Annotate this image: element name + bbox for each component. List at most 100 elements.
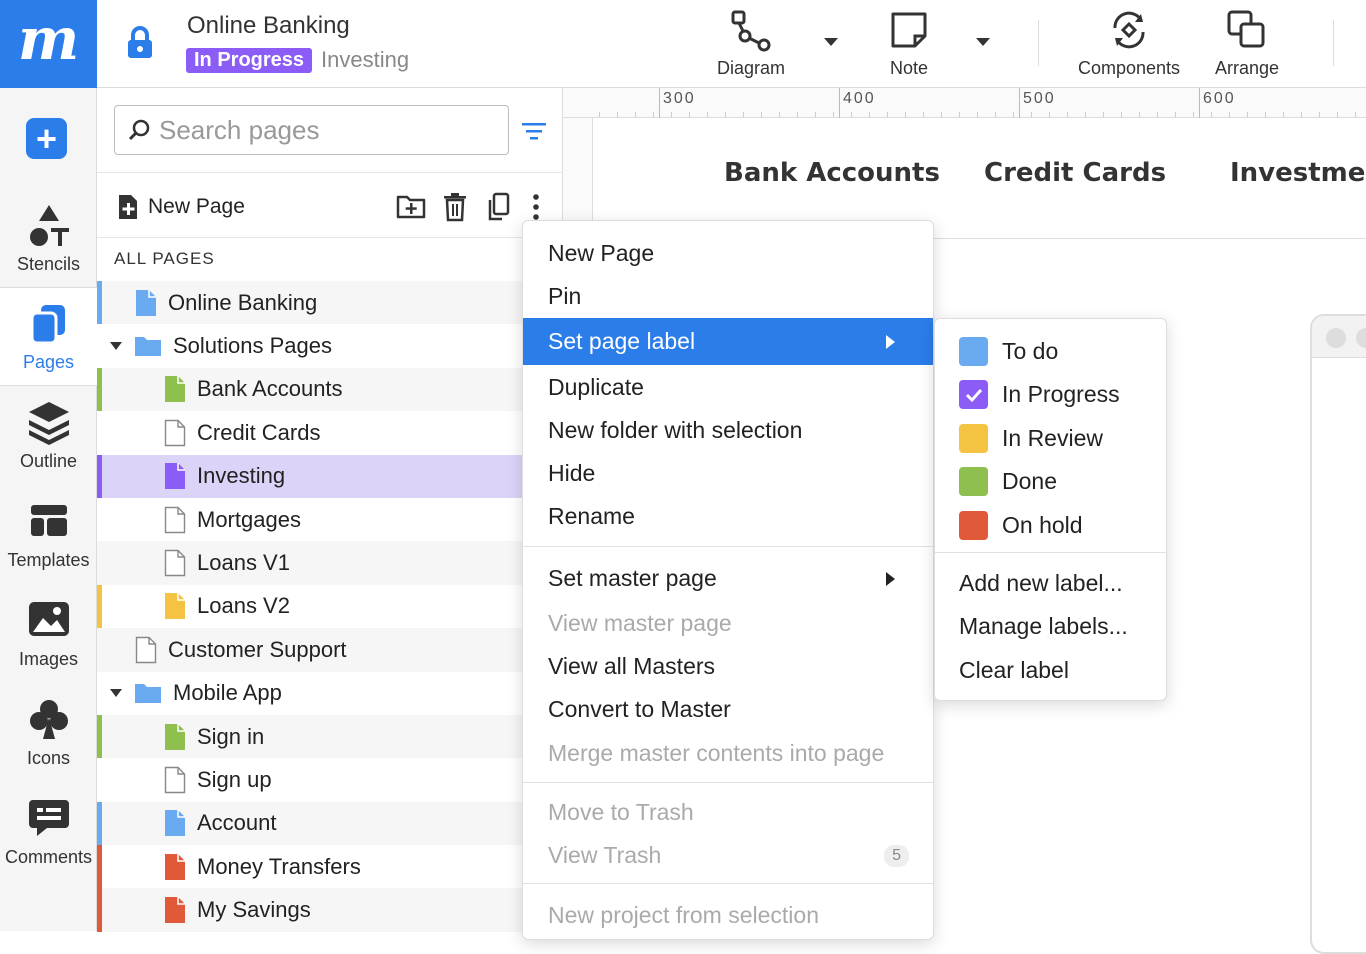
label-option[interactable]: In Progress xyxy=(935,373,1166,416)
menu-item[interactable]: New folder with selection xyxy=(523,409,933,452)
tree-item-label: Account xyxy=(197,810,277,836)
menu-separator xyxy=(523,546,933,547)
page-icon xyxy=(136,289,156,316)
ruler-top[interactable]: 300 400 500 600 xyxy=(563,88,1366,118)
menu-item[interactable]: Convert to Master xyxy=(523,688,933,731)
note-label: Note xyxy=(889,58,929,78)
label-option[interactable]: Done xyxy=(935,460,1166,503)
ruler-minor-tick xyxy=(869,112,870,117)
menu-item[interactable]: Rename xyxy=(523,495,933,538)
nav-link[interactable]: Investment xyxy=(1230,158,1366,188)
tree-page[interactable]: Bank Accounts xyxy=(97,367,563,412)
filter-icon[interactable] xyxy=(521,121,547,148)
tree-page[interactable]: Credit Cards xyxy=(97,411,563,454)
duplicate-icon[interactable] xyxy=(486,192,510,227)
trash-icon[interactable] xyxy=(443,192,467,227)
pages-icon xyxy=(27,300,71,348)
menu-item-label: Set master page xyxy=(548,565,717,591)
phone-mockup[interactable] xyxy=(1310,314,1366,954)
tree-page[interactable]: Mortgages xyxy=(97,498,563,541)
expand-arrow-icon[interactable] xyxy=(110,342,122,351)
menu-item-label: Convert to Master xyxy=(548,696,731,722)
rail-item-outline[interactable]: Outline xyxy=(0,387,97,486)
menu-item-label: View all Masters xyxy=(548,653,716,679)
page-icon xyxy=(165,376,185,403)
ruler-minor-tick xyxy=(779,112,780,117)
rail-item-stencils[interactable]: Stencils xyxy=(0,190,97,289)
current-page-name: Investing xyxy=(321,47,410,72)
ruler-minor-tick xyxy=(743,112,744,117)
arrange-button[interactable]: Arrange xyxy=(1215,8,1279,79)
ruler-major-tick xyxy=(659,88,660,118)
label-option[interactable]: On hold xyxy=(935,504,1166,547)
ruler-minor-tick xyxy=(941,112,942,117)
nav-link[interactable]: Bank Accounts xyxy=(724,158,940,188)
label-option[interactable]: To do xyxy=(935,330,1166,373)
tree-page[interactable]: Loans V1 xyxy=(97,541,563,585)
search-input[interactable] xyxy=(159,114,489,146)
ruler-minor-tick xyxy=(1355,112,1356,117)
ruler-major-tick xyxy=(1019,88,1020,118)
tree-page[interactable]: Money Transfers xyxy=(97,845,563,889)
rail-item-templates[interactable]: Templates xyxy=(0,486,97,585)
ruler-minor-tick xyxy=(635,112,636,117)
lock-icon[interactable] xyxy=(125,26,155,65)
tree-page[interactable]: My Savings xyxy=(97,888,563,932)
menu-item[interactable]: View all Masters xyxy=(523,645,933,688)
diagram-label: Diagram xyxy=(717,58,786,78)
note-button[interactable]: Note xyxy=(887,8,931,79)
new-folder-icon[interactable] xyxy=(396,192,426,225)
nav-link[interactable]: Credit Cards xyxy=(984,158,1166,188)
menu-separator xyxy=(523,782,933,783)
tree-folder[interactable]: Mobile App xyxy=(97,672,563,715)
ruler-minor-tick xyxy=(617,112,618,117)
label-color-bar xyxy=(97,281,102,325)
ruler-minor-tick xyxy=(599,112,600,117)
tree-item-label: Customer Support xyxy=(168,636,347,662)
menu-item[interactable]: Set page label xyxy=(523,318,933,365)
label-action[interactable]: Manage labels... xyxy=(935,605,1166,648)
menu-item[interactable]: Duplicate xyxy=(523,366,933,409)
label-option[interactable]: In Review xyxy=(935,417,1166,460)
label-action[interactable]: Clear label xyxy=(935,649,1166,692)
diagram-dropdown-icon[interactable] xyxy=(824,38,838,46)
rail-item-pages[interactable]: Pages xyxy=(0,287,97,386)
folder-icon xyxy=(135,337,161,357)
rail-item-comments[interactable]: Comments xyxy=(0,783,97,882)
project-title[interactable]: Online Banking xyxy=(187,12,350,40)
tree-page[interactable]: Customer Support xyxy=(97,628,563,672)
tree-item-label: Online Banking xyxy=(168,289,318,315)
page-icon xyxy=(165,853,185,880)
diagram-button[interactable]: Diagram xyxy=(717,8,785,79)
ruler-minor-tick xyxy=(1031,112,1032,117)
tree-folder[interactable]: Solutions Pages xyxy=(97,324,563,367)
rail-label: Pages xyxy=(22,352,75,372)
note-dropdown-icon[interactable] xyxy=(976,38,990,46)
label-color-bar xyxy=(97,801,102,846)
tree-page[interactable]: Loans V2 xyxy=(97,584,563,629)
tree-page[interactable]: Account xyxy=(97,801,563,846)
tree-page[interactable]: Online Banking xyxy=(97,281,563,325)
ruler-minor-tick xyxy=(1193,112,1194,117)
expand-arrow-icon[interactable] xyxy=(110,689,122,698)
menu-item[interactable]: New Page xyxy=(523,232,933,275)
label-action[interactable]: Add new label... xyxy=(935,562,1166,605)
menu-item-label: Merge master contents into page xyxy=(548,740,885,766)
menu-item[interactable]: Pin xyxy=(523,275,933,318)
app-logo[interactable]: m xyxy=(0,0,97,88)
new-page-button[interactable]: New Page xyxy=(117,193,245,221)
tree-page[interactable]: Sign up xyxy=(97,758,563,801)
add-button[interactable]: + xyxy=(26,118,67,159)
tree-item-label: My Savings xyxy=(197,897,311,923)
pages-panel: New Page ALL PAGES Online Banking Solutio… xyxy=(97,88,563,932)
rail-item-images[interactable]: Images xyxy=(0,585,97,684)
menu-item[interactable]: Set master page xyxy=(523,557,933,600)
label-color-bar xyxy=(97,714,102,759)
tree-page[interactable]: Investing xyxy=(97,454,563,498)
menu-item-label: Rename xyxy=(548,503,635,529)
tree-page[interactable]: Sign in xyxy=(97,714,563,759)
menu-item[interactable]: Hide xyxy=(523,452,933,495)
rail-item-icons[interactable]: Icons xyxy=(0,684,97,783)
page-icon xyxy=(164,549,186,577)
components-button[interactable]: Components xyxy=(1078,8,1180,79)
